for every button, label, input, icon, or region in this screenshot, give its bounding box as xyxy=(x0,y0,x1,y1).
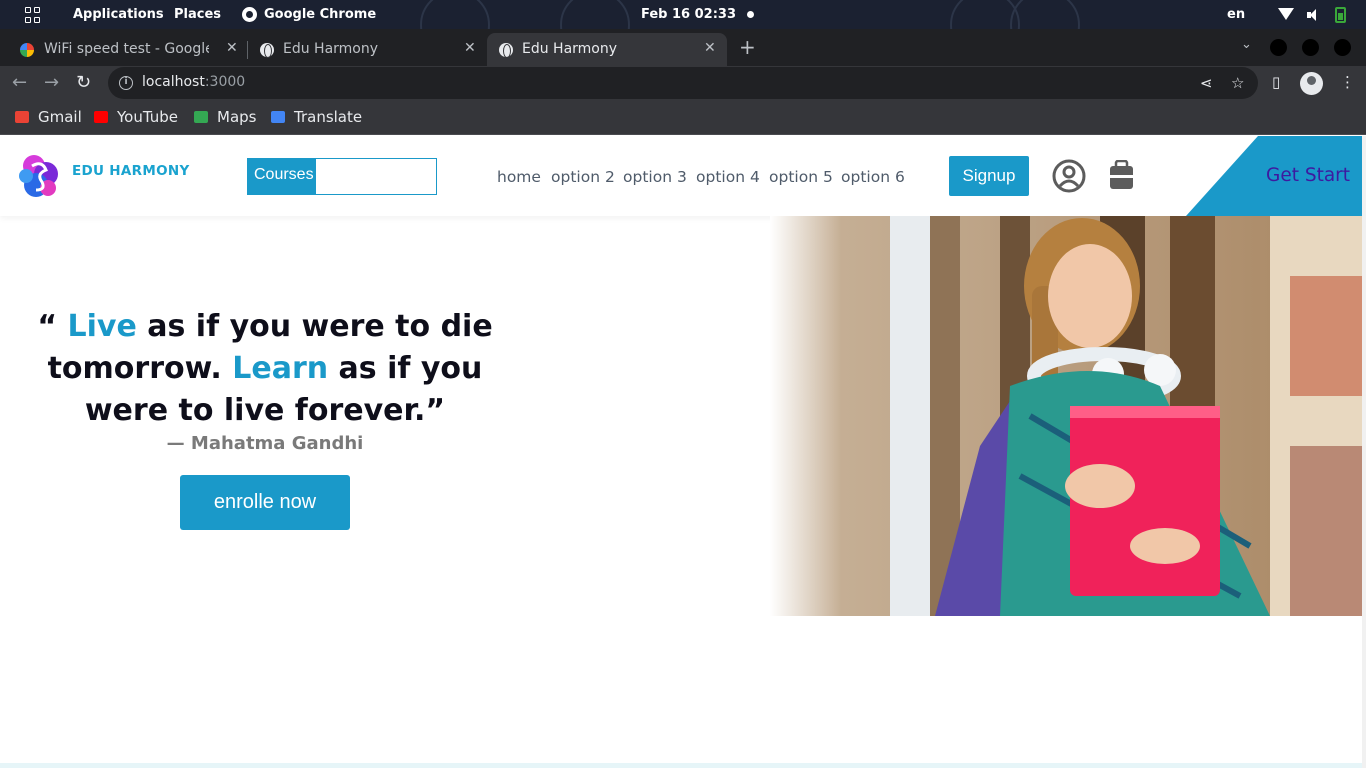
tab-edu-harmony-active[interactable]: Edu Harmony ✕ xyxy=(487,33,727,66)
logo-icon[interactable] xyxy=(16,152,64,200)
signup-button[interactable]: Signup xyxy=(949,156,1029,196)
url-text[interactable]: localhost:3000 xyxy=(142,74,245,90)
course-search: Courses xyxy=(247,158,437,195)
site-info-icon[interactable]: i xyxy=(119,76,133,90)
quote-highlight-live: Live xyxy=(67,309,137,344)
share-icon[interactable]: ⋖ xyxy=(1200,74,1213,92)
enroll-now-button[interactable]: enrolle now xyxy=(180,475,350,530)
close-window-button[interactable] xyxy=(1334,39,1351,56)
hero-student-image xyxy=(770,216,1363,616)
tab-title: WiFi speed test - Google Search xyxy=(44,41,209,57)
close-tab-icon[interactable]: ✕ xyxy=(226,40,238,56)
clock[interactable]: Feb 16 02:33 xyxy=(641,7,736,22)
search-input[interactable] xyxy=(316,159,436,194)
bookmark-maps[interactable]: Maps xyxy=(194,108,256,126)
new-tab-icon[interactable]: + xyxy=(739,35,756,59)
google-icon xyxy=(20,43,34,57)
close-tab-icon[interactable]: ✕ xyxy=(464,40,476,56)
site-header: EDU HARMONY Courses home option 2 option… xyxy=(0,136,1366,216)
quote-author: — Mahatma Gandhi xyxy=(166,433,364,454)
address-bar[interactable]: i localhost:3000 ⋖ ☆ xyxy=(108,67,1258,99)
gmail-icon xyxy=(15,111,29,123)
maximize-button[interactable] xyxy=(1302,39,1319,56)
bookmark-star-icon[interactable]: ☆ xyxy=(1231,74,1244,92)
close-tab-icon[interactable]: ✕ xyxy=(704,40,716,56)
nav-option-5[interactable]: option 5 xyxy=(769,168,833,186)
tab-strip: WiFi speed test - Google Search ✕ Edu Ha… xyxy=(0,29,1366,66)
apps-grid-icon[interactable] xyxy=(25,7,41,23)
nav-option-4[interactable]: option 4 xyxy=(696,168,760,186)
tab-wifi-speed-test[interactable]: WiFi speed test - Google Search ✕ xyxy=(0,33,245,66)
bookmark-gmail[interactable]: Gmail xyxy=(15,108,82,126)
brand-name[interactable]: EDU HARMONY xyxy=(72,163,190,179)
tab-title: Edu Harmony xyxy=(283,41,379,57)
side-panel-icon[interactable]: ▯ xyxy=(1272,73,1280,91)
maps-icon xyxy=(194,111,208,123)
get-start-link[interactable]: Get Start xyxy=(1266,165,1350,186)
volume-icon[interactable] xyxy=(1307,9,1321,21)
chrome-icon xyxy=(242,7,257,22)
tab-title: Edu Harmony xyxy=(522,41,618,57)
hero-quote: “ Live as if you were to die tomorrow. L… xyxy=(37,309,493,428)
profile-avatar-icon[interactable] xyxy=(1300,72,1323,95)
user-account-icon[interactable] xyxy=(1052,159,1086,193)
bookmark-translate[interactable]: Translate xyxy=(271,108,362,126)
tab-search-chevron-icon[interactable]: ⌄ xyxy=(1241,37,1252,52)
translate-icon xyxy=(271,111,285,123)
notification-dot-icon xyxy=(747,11,754,18)
system-top-bar: Applications Places Google Chrome Feb 16… xyxy=(0,0,1366,60)
bookmarks-bar: Gmail YouTube Maps Translate xyxy=(0,101,1366,135)
nav-home[interactable]: home xyxy=(497,168,541,186)
tab-edu-harmony[interactable]: Edu Harmony ✕ xyxy=(240,33,485,66)
nav-option-2[interactable]: option 2 xyxy=(551,168,615,186)
quote-highlight-learn: Learn xyxy=(232,351,329,386)
wifi-icon[interactable] xyxy=(1278,8,1294,20)
reload-icon[interactable]: ↻ xyxy=(76,72,91,93)
scrollbar-track[interactable] xyxy=(1362,136,1366,768)
bookmark-youtube[interactable]: YouTube xyxy=(94,108,178,126)
applications-menu[interactable]: Applications xyxy=(73,7,164,22)
forward-icon[interactable]: → xyxy=(44,72,59,93)
places-menu[interactable]: Places xyxy=(174,7,221,22)
bag-icon[interactable] xyxy=(1109,160,1134,190)
globe-icon xyxy=(260,43,274,58)
browser-toolbar: ← → ↻ i localhost:3000 ⋖ ☆ ▯ ⋮ xyxy=(0,66,1366,101)
keyboard-language[interactable]: en xyxy=(1227,7,1245,22)
nav-option-6[interactable]: option 6 xyxy=(841,168,905,186)
nav-option-3[interactable]: option 3 xyxy=(623,168,687,186)
page-viewport: EDU HARMONY Courses home option 2 option… xyxy=(0,136,1366,768)
minimize-button[interactable] xyxy=(1270,39,1287,56)
page-bottom-divider xyxy=(0,763,1366,768)
battery-icon[interactable] xyxy=(1335,7,1346,23)
active-app-name[interactable]: Google Chrome xyxy=(264,7,376,22)
search-label: Courses xyxy=(248,159,316,194)
back-icon[interactable]: ← xyxy=(12,72,27,93)
globe-icon xyxy=(499,43,513,58)
youtube-icon xyxy=(94,111,108,123)
more-menu-icon[interactable]: ⋮ xyxy=(1340,73,1355,91)
